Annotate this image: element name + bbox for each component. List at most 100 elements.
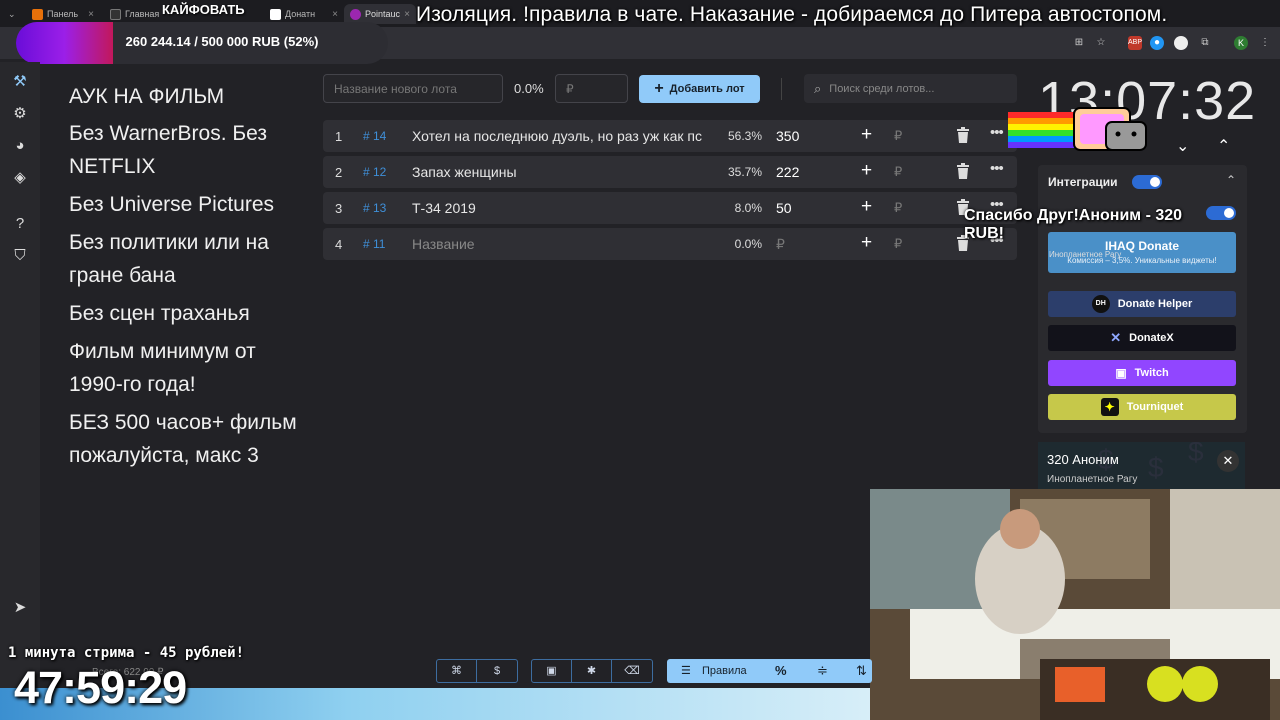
lot-number: 2 — [335, 165, 343, 180]
close-icon[interactable]: × — [404, 9, 416, 20]
add-amount-plus-icon[interactable]: + — [861, 196, 872, 218]
settings-gear-icon[interactable]: ⚙ — [10, 104, 30, 124]
percent-icon[interactable]: % — [775, 663, 787, 678]
donatex-button[interactable]: ✕ DonateX — [1048, 325, 1236, 351]
lot-search-input[interactable]: ⌕ Поиск среди лотов... — [804, 74, 1017, 103]
auction-hammer-icon[interactable]: ⚒ — [10, 72, 30, 92]
delete-trash-icon[interactable] — [956, 162, 970, 180]
split-icon[interactable]: ≑ — [817, 663, 828, 679]
add-amount-input[interactable]: ₽ — [894, 128, 902, 144]
donation-alert-card: $ $ $ 320 Аноним Инопланетное Рагу ✕ — [1038, 442, 1245, 489]
browser-menu-icon[interactable]: ⋮ — [1258, 36, 1272, 50]
tab-donate[interactable]: Донатн × — [264, 4, 344, 24]
extensions-puzzle-icon[interactable]: ⧉ — [1198, 36, 1212, 50]
search-placeholder: Поиск среди лотов... — [829, 82, 935, 95]
lot-row[interactable]: 4 # 11 Название 0.0% ₽ + ₽ ••• — [323, 228, 1017, 260]
stream-timer: 47:59:29 — [14, 662, 187, 713]
chevron-down-icon[interactable]: ⌄ — [1176, 136, 1189, 156]
github-icon[interactable]: ⌘ — [437, 660, 477, 682]
add-amount-plus-icon[interactable]: + — [861, 124, 872, 146]
donate-helper-button[interactable]: DH Donate Helper — [1048, 291, 1236, 317]
wheel-chart-icon[interactable]: ◕ — [10, 136, 30, 156]
rule-item: Без сцен траханья — [69, 302, 250, 325]
profile-avatar[interactable]: K — [1234, 36, 1248, 50]
twitch-button[interactable]: ▣ Twitch — [1048, 360, 1236, 386]
chevron-up-icon[interactable]: ⌃ — [1217, 136, 1230, 156]
clear-lots-icon[interactable]: ⌫ — [612, 660, 652, 682]
main-favicon-icon — [110, 8, 121, 20]
close-icon[interactable]: × — [88, 9, 100, 20]
lot-name-input[interactable]: Хотел на последнюю дуэль, но раз уж как … — [412, 128, 707, 144]
kaif-label: КАЙФОВАТЬ — [162, 2, 245, 17]
add-lot-button[interactable]: + Добавить лот — [639, 75, 760, 103]
donate-favicon-icon — [270, 8, 281, 20]
nyan-cat-icon — [1008, 107, 1147, 151]
add-amount-input[interactable]: ₽ — [894, 236, 902, 252]
rules-list-icon: ☰ — [681, 665, 691, 677]
layers-icon[interactable]: ◈ — [10, 168, 30, 188]
lot-percent: 35.7% — [727, 165, 762, 179]
lot-amount-input[interactable]: 50 — [776, 200, 792, 216]
lot-percent: 56.3% — [727, 129, 762, 143]
lot-id: # 14 — [363, 129, 387, 143]
telegram-icon[interactable]: ➤ — [10, 598, 30, 618]
collapse-caret-icon[interactable]: ⌃ — [1226, 173, 1236, 187]
lot-id: # 12 — [363, 165, 387, 179]
tab-menu-button[interactable]: ⌄ — [2, 4, 24, 24]
tab-pointauc[interactable]: Pointauc × — [344, 4, 416, 24]
lot-number: 1 — [335, 129, 343, 144]
lot-amount-input[interactable]: ₽ — [776, 236, 785, 253]
add-amount-input[interactable]: ₽ — [894, 200, 902, 216]
adblock-icon[interactable]: ABP — [1128, 36, 1142, 50]
footer-action-group: ▣ ✱ ⌫ — [531, 659, 653, 683]
extension-icon[interactable] — [1174, 36, 1188, 50]
rules-button[interactable]: Правила — [702, 665, 747, 677]
donation-amount: 320 Аноним — [1047, 452, 1119, 467]
integrations-panel: Интеграции ⌃ IHAQ Donate Комиссия – 3,5%… — [1038, 165, 1247, 433]
donate-dollar-icon[interactable]: $ — [477, 660, 517, 682]
more-options-icon[interactable]: ••• — [990, 124, 1004, 141]
save-icon[interactable]: ▣ — [532, 660, 572, 682]
lot-id: # 11 — [363, 237, 386, 251]
bug-icon[interactable]: ✱ — [572, 660, 612, 682]
pointauc-favicon-icon — [350, 8, 361, 20]
help-icon[interactable]: ? — [10, 214, 30, 234]
lot-id: # 13 — [363, 201, 387, 215]
shield-icon[interactable]: ⛉ — [10, 246, 30, 266]
close-icon[interactable]: ✕ — [1217, 450, 1239, 472]
more-options-icon[interactable]: ••• — [990, 160, 1004, 177]
new-lot-name-input[interactable]: Название нового лота — [323, 74, 503, 103]
lot-name-input[interactable]: Запах женщины — [412, 164, 707, 180]
lot-row[interactable]: 1 # 14 Хотел на последнюю дуэль, но раз уж… — [323, 120, 1017, 152]
tab-panel[interactable]: Панель × — [26, 4, 100, 24]
lot-number: 3 — [335, 201, 343, 216]
extension-icon[interactable]: ● — [1150, 36, 1164, 50]
lot-row[interactable]: 3 # 13 Т-34 2019 8.0% 50 + ₽ ••• — [323, 192, 1017, 224]
lot-amount-input[interactable]: 350 — [776, 128, 799, 144]
add-amount-input[interactable]: ₽ — [894, 164, 902, 180]
add-amount-plus-icon[interactable]: + — [861, 232, 872, 254]
add-amount-plus-icon[interactable]: + — [861, 160, 872, 182]
rule-item: Без политики или на гране бана — [69, 231, 269, 287]
lot-name-input[interactable]: Т-34 2019 — [412, 200, 707, 216]
lot-percent: 8.0% — [734, 201, 762, 215]
rule-item: Без WarnerBros. Без NETFLIX — [69, 122, 268, 178]
bookmark-star-icon[interactable]: ☆ — [1094, 36, 1108, 50]
close-icon[interactable]: × — [332, 9, 344, 20]
donation-from: Инопланетное Рагу — [1047, 474, 1138, 485]
integrations-title: Интеграции — [1048, 175, 1118, 189]
donation-thanks-subtext: Инопланетное Рагу — [1049, 250, 1122, 259]
lot-name-input[interactable]: Название — [412, 236, 707, 252]
lot-row[interactable]: 2 # 12 Запах женщины 35.7% 222 + ₽ ••• — [323, 156, 1017, 188]
sort-icon[interactable]: ⇅ — [856, 663, 867, 679]
service-label: DonateX — [1129, 332, 1174, 344]
new-lot-amount-input[interactable]: ₽ — [555, 74, 628, 103]
service-label: Twitch — [1134, 367, 1169, 379]
tab-label: Донатн — [285, 9, 316, 19]
integrations-toggle[interactable] — [1132, 175, 1162, 189]
tourniquet-button[interactable]: ✦ Tourniquet — [1048, 394, 1236, 420]
delete-trash-icon[interactable] — [956, 126, 970, 144]
screen: ⌄ Панель × Главная Донатн × Pointauc × ⊞ ☆ … — [0, 0, 1280, 720]
lot-amount-input[interactable]: 222 — [776, 164, 799, 180]
translate-icon[interactable]: ⊞ — [1072, 36, 1086, 50]
